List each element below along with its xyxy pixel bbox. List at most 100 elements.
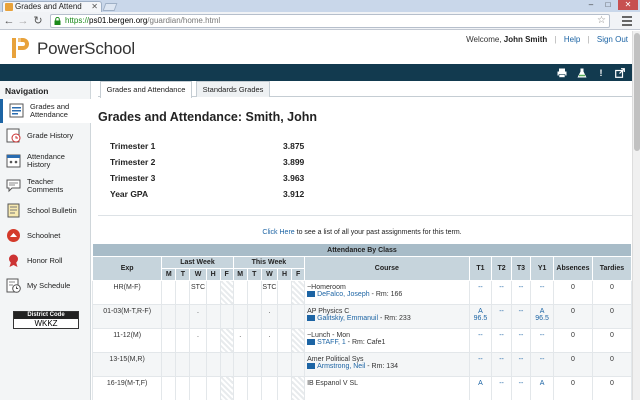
powerschool-toolbar: ! — [0, 64, 632, 81]
last-week-day-cell — [161, 280, 177, 305]
this-week-day-cell — [246, 376, 262, 400]
this-week-day-cell — [232, 280, 248, 305]
email-envelope-icon[interactable] — [307, 315, 316, 321]
attendance-body: HR(M-F) STC STC ~Homeroom DeFalco, Joseph - … — [91, 280, 633, 400]
address-bar[interactable]: https://ps01.bergen.org/guardian/home.ht… — [50, 14, 610, 28]
sidebar-item-schoolnet[interactable]: Schoolnet — [0, 224, 91, 248]
last-week-day-cell — [219, 376, 234, 400]
tab-grades-and-attendance[interactable]: Grades and Attendance — [100, 81, 192, 98]
reload-icon[interactable]: ↻ — [32, 15, 44, 27]
course-name: ~Homeroom — [307, 284, 346, 291]
this-week-day-cell — [232, 352, 248, 377]
y1-cell: -- — [530, 280, 554, 305]
browser-tab[interactable]: Grades and Attend ✕ — [2, 1, 102, 12]
t1-cell: -- — [468, 280, 493, 305]
last-week-day-cell — [205, 352, 221, 377]
tardies-cell: 0 — [591, 280, 633, 305]
email-envelope-icon[interactable] — [307, 339, 316, 345]
email-envelope-icon[interactable] — [307, 363, 316, 369]
tardies-cell: 0 — [591, 376, 633, 400]
teacher-link[interactable]: DeFalco, Joseph — [317, 291, 370, 298]
scrollbar-thumb[interactable] — [634, 33, 640, 151]
absences-cell: 0 — [552, 328, 593, 353]
click-here-link[interactable]: Click Here — [262, 229, 294, 236]
close-window-icon[interactable]: ✕ — [618, 0, 638, 10]
last-week-day-cell — [205, 304, 221, 329]
separator: | — [554, 35, 557, 44]
forward-arrow-icon[interactable]: → — [17, 15, 29, 27]
browser-menu-icon[interactable] — [620, 15, 634, 27]
external-link-icon[interactable] — [615, 68, 625, 78]
welcome-prefix: Welcome, — [466, 35, 504, 44]
course-name: ~Lunch - Mon — [307, 332, 351, 339]
sidebar-item-honor-roll[interactable]: Honor Roll — [0, 249, 91, 273]
t1-cell: A 96.5 — [468, 304, 493, 329]
class-row: 13-15(M,R) Amer Political Sys Armstrong, N… — [91, 352, 633, 377]
this-week-header: This Week — [232, 256, 306, 269]
bookmark-star-icon[interactable]: ☆ — [597, 15, 606, 27]
grade-link[interactable]: A — [531, 308, 553, 315]
grade-link: -- — [539, 284, 545, 291]
grade-history-icon — [6, 128, 21, 143]
day-header: H — [205, 268, 221, 281]
help-link[interactable]: Help — [564, 35, 580, 44]
tab-standards-grades[interactable]: Standards Grades — [196, 81, 270, 97]
this-week-day-cell: . — [232, 328, 248, 353]
this-week-day-cell — [232, 376, 248, 400]
bulletin-icon — [7, 203, 20, 218]
content-tabs: Grades and Attendance Standards Grades — [98, 81, 632, 98]
this-week-day-cell — [291, 280, 306, 305]
grade-link[interactable]: A — [531, 380, 553, 387]
last-week-day-cell: STC — [189, 280, 207, 305]
this-week-day-cell — [291, 376, 306, 400]
this-week-day-cell — [246, 352, 262, 377]
page-title: Grades and Attendance: Smith, John — [98, 110, 318, 124]
flask-icon[interactable] — [577, 68, 587, 78]
new-tab-button[interactable] — [102, 3, 118, 11]
course-cell: Amer Political Sys Armstrong, Neil - Rm: … — [304, 352, 470, 377]
sidebar-item-teacher-comments[interactable]: Teacher Comments — [0, 174, 91, 198]
gpa-row: Trimester 1 3.875 — [110, 141, 370, 155]
grade-percent[interactable]: 96.5 — [470, 315, 492, 322]
room-text: - Rm: 233 — [378, 315, 411, 322]
grade-link: -- — [499, 284, 504, 291]
grade-link[interactable]: A — [470, 308, 492, 315]
sidebar-heading: Navigation — [5, 86, 49, 96]
grade-link: -- — [478, 284, 483, 291]
past-assignments-text: to see a list of all your past assignmen… — [294, 229, 462, 236]
tardies-cell: 0 — [591, 328, 633, 353]
teacher-link[interactable]: Armstrong, Neil — [317, 363, 365, 370]
grade-percent[interactable]: 96.5 — [531, 315, 553, 322]
url-path: /guardian/home.html — [147, 16, 221, 25]
grade-link[interactable]: A — [470, 380, 492, 387]
divider — [98, 215, 632, 216]
last-week-day-cell — [219, 352, 234, 377]
last-week-day-cell — [175, 352, 191, 377]
teacher-link[interactable]: Galitskiy, Emmanuil — [317, 315, 378, 322]
teacher-link[interactable]: STAFF, 1 — [317, 339, 346, 346]
expression-cell: 13-15(M,R) — [91, 352, 163, 377]
course-name: Amer Political Sys — [307, 356, 364, 363]
sidebar-item-school-bulletin[interactable]: School Bulletin — [0, 199, 91, 223]
sidebar-item-grade-history[interactable]: Grade History — [0, 124, 91, 148]
alert-icon[interactable]: ! — [596, 68, 606, 78]
sidebar-item-grades-and-attendance[interactable]: Grades and Attendance — [0, 99, 91, 123]
printer-icon[interactable] — [557, 68, 567, 78]
expression-cell: 16-19(M-T,F) — [91, 376, 163, 400]
close-tab-icon[interactable]: ✕ — [91, 2, 98, 12]
sidebar-item-attendance-history[interactable]: Attendance History — [0, 149, 91, 173]
this-week-day-cell: STC — [260, 280, 279, 305]
this-week-day-cell: . — [260, 304, 279, 329]
sidebar-item-my-schedule[interactable]: My Schedule — [0, 274, 91, 298]
email-envelope-icon[interactable] — [307, 291, 316, 297]
gpa-value: 3.875 — [283, 141, 305, 151]
t2-cell: -- — [491, 280, 512, 305]
class-row: HR(M-F) STC STC ~Homeroom DeFalco, Joseph - … — [91, 280, 633, 305]
minimize-icon[interactable]: – — [584, 0, 598, 10]
back-arrow-icon[interactable]: ← — [3, 15, 15, 27]
page-scrollbar[interactable] — [632, 31, 640, 400]
sign-out-link[interactable]: Sign Out — [597, 35, 628, 44]
maximize-icon[interactable]: □ — [601, 0, 615, 10]
absences-header: Absences — [552, 256, 593, 281]
this-week-day-cell — [246, 304, 262, 329]
